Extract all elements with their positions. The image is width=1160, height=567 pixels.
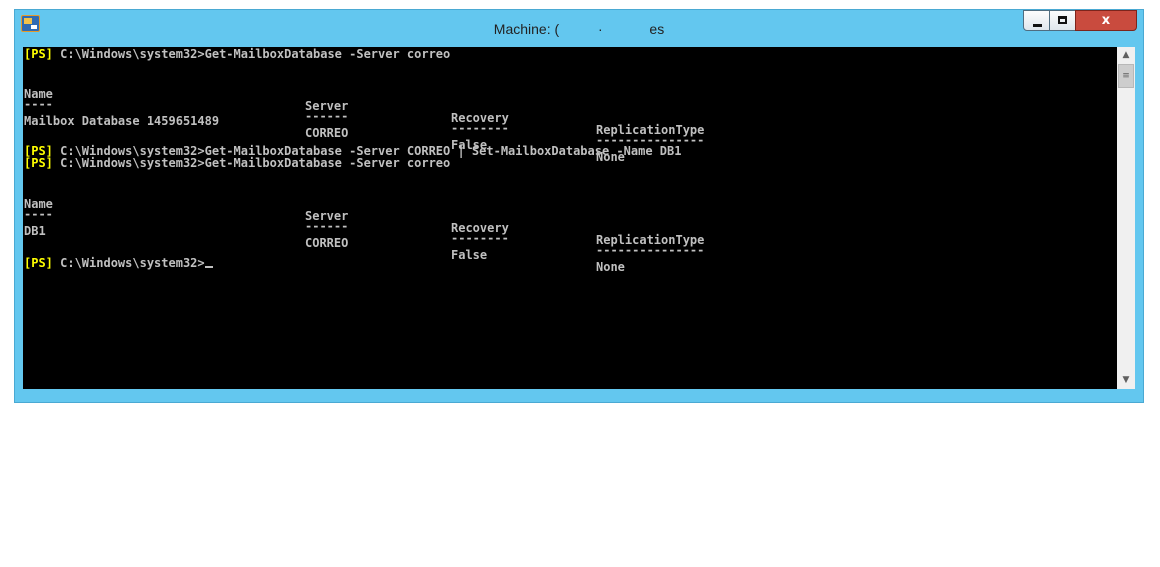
cell-name: DB1 bbox=[24, 224, 46, 238]
cell-server: CORREO bbox=[305, 126, 349, 140]
title-text-mid: · bbox=[598, 21, 603, 37]
minimize-button[interactable] bbox=[1023, 10, 1050, 31]
ps-prompt: [PS] bbox=[24, 47, 53, 61]
cell-name: Mailbox Database 1459651489 bbox=[24, 114, 220, 128]
command-text: C:\Windows\system32>Get-MailboxDatabase … bbox=[52, 47, 451, 61]
close-icon: x bbox=[1101, 13, 1111, 28]
close-button[interactable]: x bbox=[1075, 10, 1137, 31]
console-line-command-3: [PS] C:\Windows\system32>Get-MailboxData… bbox=[24, 157, 450, 169]
scroll-up-icon[interactable]: ▲ bbox=[1117, 47, 1135, 64]
scroll-thumb[interactable]: ≡ bbox=[1118, 64, 1134, 88]
ps-prompt: [PS] bbox=[24, 256, 53, 270]
command-text: C:\Windows\system32> bbox=[52, 256, 205, 270]
cell-recovery: False bbox=[451, 248, 488, 262]
console-line-prompt: [PS] C:\Windows\system32> bbox=[24, 257, 213, 269]
maximize-button[interactable] bbox=[1049, 10, 1076, 31]
powershell-window: Machine: ( · es x [PS] C:\Windows\system… bbox=[15, 10, 1143, 402]
minimize-icon bbox=[1033, 24, 1042, 27]
window-title: Machine: ( · es bbox=[15, 21, 1143, 37]
title-bar[interactable]: Machine: ( · es x bbox=[15, 10, 1143, 47]
scroll-down-icon[interactable]: ▼ bbox=[1117, 372, 1135, 389]
title-text-left: Machine: ( bbox=[493, 21, 560, 37]
table-row: DB1 CORREO False None bbox=[24, 213, 824, 285]
text-cursor bbox=[204, 266, 213, 268]
console-line-command-1: [PS] C:\Windows\system32>Get-MailboxData… bbox=[24, 48, 450, 60]
cell-server: CORREO bbox=[305, 236, 349, 250]
vertical-scrollbar[interactable]: ▲ ≡ ▼ bbox=[1117, 47, 1135, 389]
title-text-right: es bbox=[649, 21, 665, 37]
cell-replicationtype: None bbox=[596, 260, 625, 274]
maximize-icon bbox=[1058, 16, 1067, 24]
console-output[interactable]: [PS] C:\Windows\system32>Get-MailboxData… bbox=[23, 47, 1117, 389]
command-text: C:\Windows\system32>Get-MailboxDatabase … bbox=[52, 156, 451, 170]
ps-prompt: [PS] bbox=[24, 156, 53, 170]
